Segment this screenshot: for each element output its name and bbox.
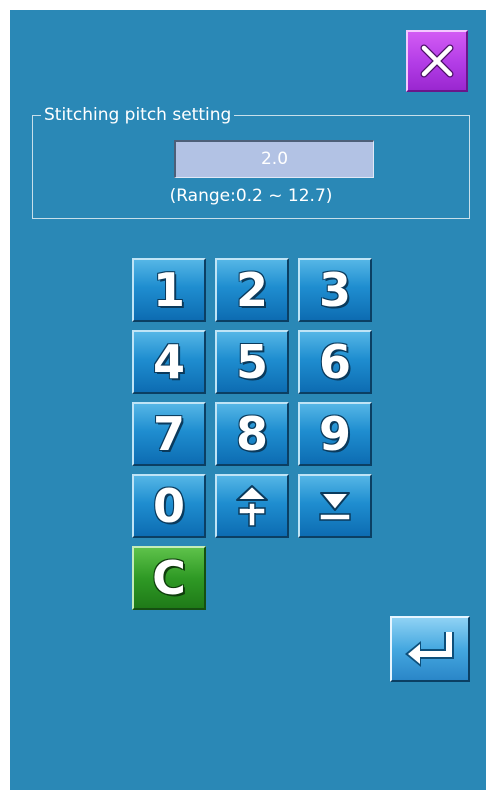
arrow-down-icon xyxy=(319,492,351,521)
enter-icon xyxy=(405,632,454,667)
key-8[interactable]: 8 xyxy=(215,402,289,466)
arrow-down-button[interactable] xyxy=(298,474,372,538)
close-icon xyxy=(420,44,454,78)
pitch-value-field[interactable]: 2.0 xyxy=(174,140,374,178)
close-button[interactable] xyxy=(406,30,468,92)
key-6[interactable]: 6 xyxy=(298,330,372,394)
key-3[interactable]: 3 xyxy=(298,258,372,322)
key-5[interactable]: 5 xyxy=(215,330,289,394)
range-text: (Range:0.2 ~ 12.7) xyxy=(169,186,333,206)
key-4[interactable]: 4 xyxy=(132,330,206,394)
screen: Stitching pitch setting 2.0 (Range:0.2 ~… xyxy=(10,10,486,790)
pitch-setting-group: Stitching pitch setting 2.0 (Range:0.2 ~… xyxy=(32,105,470,219)
enter-button[interactable] xyxy=(390,616,470,682)
group-title: Stitching pitch setting xyxy=(41,105,235,125)
key-9[interactable]: 9 xyxy=(298,402,372,466)
key-2[interactable]: 2 xyxy=(215,258,289,322)
plus-minus-icon xyxy=(236,485,268,527)
key-0[interactable]: 0 xyxy=(132,474,206,538)
plus-minus-button[interactable] xyxy=(215,474,289,538)
key-1[interactable]: 1 xyxy=(132,258,206,322)
key-7[interactable]: 7 xyxy=(132,402,206,466)
clear-button[interactable]: C xyxy=(132,546,206,610)
